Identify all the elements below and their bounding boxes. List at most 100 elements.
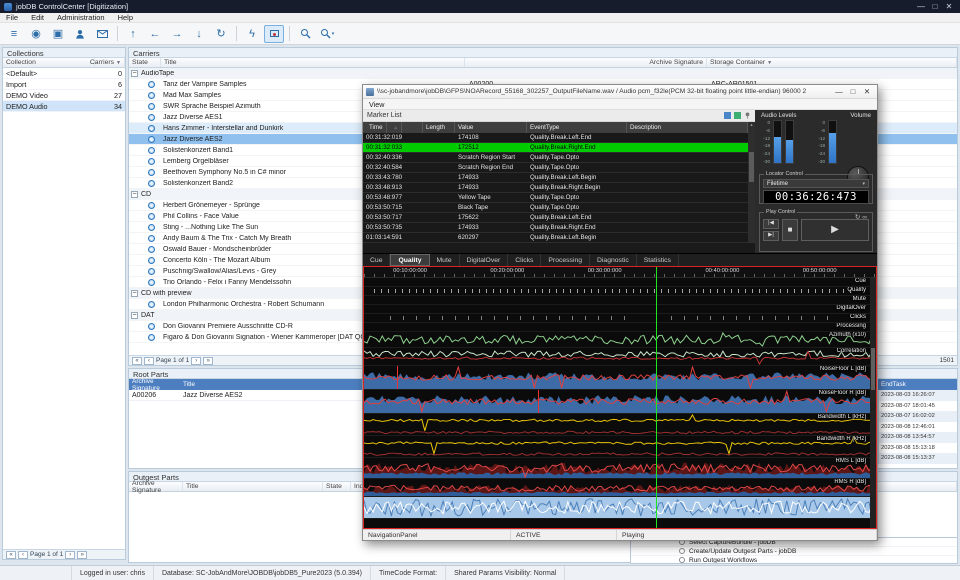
column-value[interactable]: Value: [455, 122, 527, 133]
marker-row[interactable]: 00:32:40:584 Scratch Region End Quality.…: [363, 163, 748, 173]
waveform-area[interactable]: 00:10:00:000 00:20:00:000 00:30:00:000 0…: [363, 266, 877, 529]
column-length[interactable]: Length: [423, 122, 455, 133]
column-archive-signature[interactable]: Archive Signature: [129, 378, 183, 392]
filetime-select[interactable]: Filetime ▾: [763, 179, 869, 188]
tab[interactable]: Cue: [363, 254, 390, 266]
volume-slider[interactable]: [828, 120, 837, 164]
collection-row[interactable]: DEMO Video 27: [3, 90, 125, 101]
import-icon[interactable]: ↑: [123, 25, 143, 43]
manage-icon[interactable]: ◉: [26, 25, 46, 43]
marker-scrollbar[interactable]: ▲: [748, 122, 755, 243]
column-carriers[interactable]: Carriers▼: [95, 58, 125, 67]
player-maximize-icon[interactable]: □: [846, 87, 860, 96]
waveform-scrollbar[interactable]: [870, 278, 876, 528]
marker-row[interactable]: 00:53:50:715 Black Tape Quality.Tape.Opt…: [363, 203, 748, 213]
column-state[interactable]: State: [129, 58, 161, 67]
column-archive-signature[interactable]: Archive Signature: [129, 482, 183, 491]
group-collapse-icon[interactable]: −: [131, 290, 138, 297]
app-menu-icon[interactable]: ≡: [4, 25, 24, 43]
collection-row[interactable]: Import 6: [3, 79, 125, 90]
marker-row[interactable]: 00:53:50:717 175622 Quality.Break.Left.E…: [363, 213, 748, 223]
marker-row[interactable]: 00:53:48:977 Yellow Tape Quality.Tape.Op…: [363, 193, 748, 203]
column-archive-signature[interactable]: Archive Signature: [465, 58, 707, 67]
group-collapse-icon[interactable]: −: [131, 191, 138, 198]
task-row[interactable]: 2023-08-07 16:02:02: [879, 411, 957, 422]
save-icon[interactable]: ▣: [48, 25, 68, 43]
column-description[interactable]: Description: [627, 122, 748, 133]
prev-page-button[interactable]: ‹: [144, 357, 154, 365]
send-icon[interactable]: [92, 25, 112, 43]
player-titlebar[interactable]: \\sc-jobandmore\jobDB\GFPS\NOARecord_551…: [363, 85, 877, 99]
player-minimize-icon[interactable]: —: [832, 87, 846, 96]
maximize-icon[interactable]: □: [928, 2, 942, 11]
tab[interactable]: Mute: [430, 254, 460, 266]
tab[interactable]: DigitalOver: [460, 254, 509, 266]
navigate-back-icon[interactable]: ←: [145, 25, 165, 43]
carrier-row[interactable]: − AudioTape: [129, 68, 957, 79]
column-time[interactable]: Time ▲: [363, 122, 423, 133]
group-collapse-icon[interactable]: −: [131, 70, 138, 77]
search-icon[interactable]: [295, 25, 315, 43]
pin-icon[interactable]: [744, 112, 751, 119]
menu-item[interactable]: Administration: [57, 13, 105, 22]
download-icon[interactable]: ↓: [189, 25, 209, 43]
column-title[interactable]: Title: [183, 482, 323, 491]
marker-row[interactable]: 00:53:50:735 174933 Quality.Break.Right.…: [363, 223, 748, 233]
column-storage-container[interactable]: Storage Container▼: [707, 58, 957, 67]
refresh-icon[interactable]: ↻: [211, 25, 231, 43]
next-page-button[interactable]: ›: [65, 551, 75, 559]
radio-icon[interactable]: [679, 557, 685, 563]
marker-row[interactable]: 00:31:32:019 174108 Quality.Break.Left.E…: [363, 133, 748, 143]
collection-row[interactable]: <Default> 0: [3, 68, 125, 79]
task-row[interactable]: 2023-08-08 12:46:01: [879, 422, 957, 433]
task-row[interactable]: 2023-08-07 18:01:45: [879, 401, 957, 412]
marker-row[interactable]: 01:03:14:591 620297 Quality.Break.Left.B…: [363, 233, 748, 243]
group-collapse-icon[interactable]: −: [131, 312, 138, 319]
task-row[interactable]: 2023-08-08 15:13:37: [879, 453, 957, 464]
marker-row[interactable]: 00:33:43:780 174933 Quality.Break.Left.B…: [363, 173, 748, 183]
task-row[interactable]: 2023-08-08 13:54:57: [879, 432, 957, 443]
navigate-forward-icon[interactable]: →: [167, 25, 187, 43]
first-page-button[interactable]: «: [6, 551, 16, 559]
minimize-icon[interactable]: —: [914, 2, 928, 11]
column-eventtype[interactable]: EventType: [527, 122, 627, 133]
prev-page-button[interactable]: ‹: [18, 551, 28, 559]
marker-row[interactable]: 00:33:48:913 174933 Quality.Break.Right.…: [363, 183, 748, 193]
column-state[interactable]: State: [323, 482, 351, 491]
task-row[interactable]: 2023-08-03 16:26:07: [879, 390, 957, 401]
go-start-button[interactable]: |◀: [763, 219, 779, 229]
tab[interactable]: Statistics: [637, 254, 679, 266]
quick-actions-icon[interactable]: ϟ: [242, 25, 262, 43]
next-page-button[interactable]: ›: [191, 357, 201, 365]
repeat-infinite-icon[interactable]: ∞: [862, 214, 869, 221]
last-page-button[interactable]: »: [203, 357, 213, 365]
column-title[interactable]: Title: [161, 58, 465, 67]
go-end-button[interactable]: ▶|: [763, 231, 779, 241]
contacts-icon[interactable]: [70, 25, 90, 43]
playhead[interactable]: [656, 267, 657, 528]
player-close-icon[interactable]: ✕: [860, 87, 874, 96]
menu-item[interactable]: File: [6, 13, 18, 22]
stop-button[interactable]: ■: [782, 219, 798, 241]
last-page-button[interactable]: »: [77, 551, 87, 559]
workflow-item[interactable]: Run Outgest Workflows: [631, 556, 957, 564]
menu-item[interactable]: Help: [118, 13, 133, 22]
close-icon[interactable]: ✕: [942, 2, 956, 11]
tab[interactable]: Clicks: [508, 254, 541, 266]
marker-row[interactable]: 00:32:40:336 Scratch Region Start Qualit…: [363, 153, 748, 163]
play-button[interactable]: ▶: [801, 219, 869, 241]
tab[interactable]: Processing: [541, 254, 590, 266]
marker-row[interactable]: 00:31:32:033 172512 Quality.Break.Right.…: [363, 143, 748, 153]
column-collection[interactable]: Collection: [3, 58, 95, 67]
collection-row[interactable]: DEMO Audio 34: [3, 101, 125, 112]
timeline-ruler[interactable]: 00:10:00:000 00:20:00:000 00:30:00:000 0…: [364, 267, 876, 278]
radio-icon[interactable]: [679, 548, 685, 554]
capture-icon[interactable]: [264, 25, 284, 43]
waveform-overview[interactable]: [364, 497, 876, 519]
marker-columns-icon[interactable]: [734, 112, 741, 119]
zoom-icon[interactable]: ▾: [317, 25, 337, 43]
tab[interactable]: Quality: [390, 254, 429, 266]
menu-item[interactable]: Edit: [31, 13, 44, 22]
first-page-button[interactable]: «: [132, 357, 142, 365]
menu-item-view[interactable]: View: [369, 100, 384, 109]
